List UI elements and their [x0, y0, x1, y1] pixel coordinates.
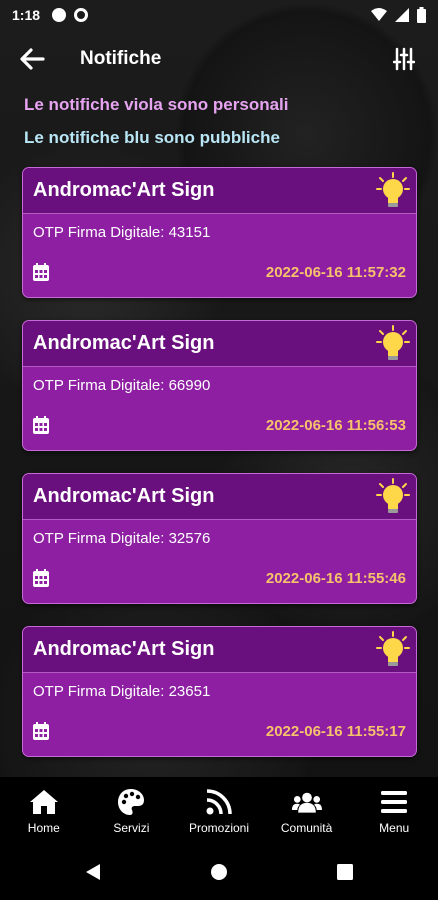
- nav-item-comunita[interactable]: Comunità: [263, 787, 350, 835]
- wifi-icon: [371, 8, 387, 21]
- calendar-icon: [33, 416, 49, 434]
- nav-item-promozioni[interactable]: Promozioni: [175, 787, 262, 835]
- legend-public: Le notifiche blu sono pubbliche: [24, 128, 280, 147]
- nav-item-servizi[interactable]: Servizi: [88, 787, 175, 835]
- calendar-icon: [33, 263, 49, 281]
- card-message: OTP Firma Digitale: 43151: [33, 224, 211, 241]
- card-title: Andromac'Art Sign: [33, 179, 215, 201]
- lightbulb-icon: [376, 324, 410, 360]
- status-indicators: [371, 7, 426, 23]
- nav-item-menu[interactable]: Menu: [351, 787, 438, 835]
- rss-icon: [206, 788, 232, 814]
- page-title: Notifiche: [80, 48, 162, 69]
- system-nav-bar: [0, 844, 438, 900]
- notification-card[interactable]: Andromac'Art Sign OTP Firma Digitale: 23…: [22, 626, 417, 757]
- nav-label: Home: [27, 820, 60, 835]
- legend-personal: Le notifiche viola sono personali: [24, 95, 289, 114]
- system-recents-button[interactable]: [282, 864, 408, 880]
- arrow-left-icon: [20, 48, 45, 70]
- signal-icon: [395, 8, 409, 22]
- triangle-back-icon: [86, 864, 100, 880]
- card-message: OTP Firma Digitale: 23651: [33, 683, 211, 700]
- menu-icon: [381, 790, 408, 813]
- palette-icon: [118, 788, 145, 815]
- nav-label: Servizi: [113, 820, 150, 835]
- filter-button[interactable]: [386, 41, 422, 77]
- users-icon: [291, 792, 322, 813]
- calendar-icon: [33, 722, 49, 740]
- calendar-icon: [33, 569, 49, 587]
- battery-icon: [417, 7, 426, 23]
- status-time: 1:18: [12, 7, 41, 23]
- card-header: Andromac'Art Sign: [23, 321, 416, 367]
- notification-card[interactable]: Andromac'Art Sign OTP Firma Digitale: 43…: [22, 167, 417, 298]
- status-bar: 1:18: [0, 0, 438, 30]
- card-date: 2022-06-16 11:56:53: [265, 416, 406, 434]
- card-header: Andromac'Art Sign: [23, 168, 416, 214]
- home-icon: [29, 789, 58, 814]
- app-bar: Notifiche: [0, 30, 438, 88]
- nav-label: Comunità: [280, 820, 333, 835]
- card-title: Andromac'Art Sign: [33, 638, 215, 660]
- bottom-nav: Home Servizi Promozioni Comunità Menu: [0, 777, 438, 844]
- nav-label: Promozioni: [188, 820, 249, 835]
- system-back-button[interactable]: [30, 863, 156, 881]
- square-recents-icon: [337, 864, 353, 880]
- notification-card[interactable]: Andromac'Art Sign OTP Firma Digitale: 32…: [22, 473, 417, 604]
- card-message: OTP Firma Digitale: 32576: [33, 530, 211, 547]
- card-title: Andromac'Art Sign: [33, 485, 215, 507]
- nav-item-home[interactable]: Home: [0, 787, 87, 835]
- app-notification-icon: [74, 8, 89, 22]
- sliders-icon: [393, 47, 415, 71]
- card-date: 2022-06-16 11:55:46: [265, 569, 406, 587]
- lightbulb-icon: [376, 477, 410, 513]
- system-home-button[interactable]: [156, 863, 282, 881]
- card-header: Andromac'Art Sign: [23, 627, 416, 673]
- notification-card[interactable]: Andromac'Art Sign OTP Firma Digitale: 66…: [22, 320, 417, 451]
- screen: 1:18 Notifiche Le notifiche viola sono p…: [0, 0, 438, 900]
- card-title: Andromac'Art Sign: [33, 332, 215, 354]
- card-date: 2022-06-16 11:57:32: [265, 263, 406, 281]
- card-header: Andromac'Art Sign: [23, 474, 416, 520]
- back-button[interactable]: [12, 39, 52, 79]
- nav-label: Menu: [379, 820, 410, 835]
- notification-dot-icon: [52, 8, 67, 22]
- lightbulb-icon: [376, 171, 410, 207]
- circle-home-icon: [211, 864, 227, 880]
- card-message: OTP Firma Digitale: 66990: [33, 377, 211, 394]
- card-date: 2022-06-16 11:55:17: [265, 722, 406, 740]
- lightbulb-icon: [376, 630, 410, 666]
